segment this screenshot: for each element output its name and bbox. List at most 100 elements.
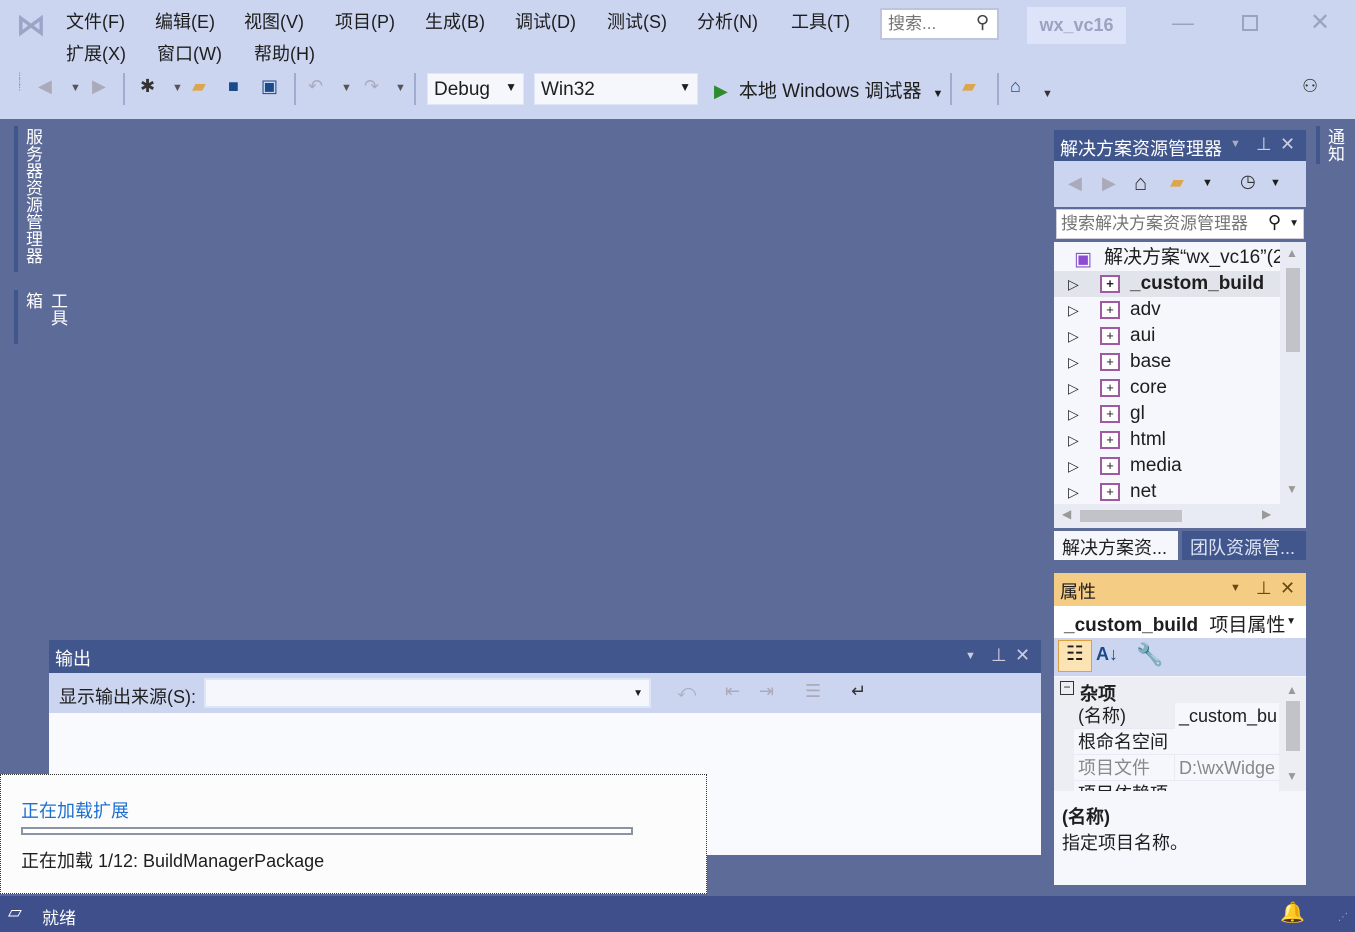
property-row[interactable]: 根命名空间 (1074, 729, 1279, 755)
property-pages-icon[interactable]: 🔧 (1136, 642, 1163, 668)
horizontal-scrollbar[interactable]: ◀ ▶ (1054, 504, 1306, 528)
chevron-down-icon[interactable]: ▼ (965, 650, 976, 662)
menu-edit[interactable]: 编辑(E) (155, 8, 215, 34)
expand-icon[interactable]: ▷ (1068, 271, 1079, 297)
collapse-icon[interactable]: − (1060, 681, 1074, 695)
search-box[interactable]: ⚲ (880, 8, 999, 40)
loading-title[interactable]: 正在加载扩展 (21, 797, 129, 823)
pin-icon[interactable]: ⊥ (991, 645, 1007, 666)
minimize-button[interactable]: — (1172, 10, 1194, 36)
expand-icon[interactable]: ▷ (1068, 375, 1079, 401)
scroll-up-icon[interactable]: ▲ (1286, 246, 1298, 260)
categorized-icon[interactable]: ☷ (1058, 640, 1092, 672)
maximize-button[interactable] (1242, 15, 1258, 31)
project-node[interactable]: ▷ + adv (1054, 297, 1280, 323)
expand-icon[interactable]: ▷ (1068, 401, 1079, 427)
property-row[interactable]: 项目文件 D:\wxWidge (1074, 755, 1279, 781)
forward-icon[interactable]: ▶ (92, 76, 106, 97)
project-node[interactable]: ▷ + aui (1054, 323, 1280, 349)
start-debugging-button[interactable]: ▶ 本地 Windows 调试器 ▼ (714, 76, 943, 103)
expand-icon[interactable]: ▷ (1068, 297, 1079, 323)
home-icon[interactable]: ⌂ (1010, 76, 1021, 97)
close-icon[interactable]: ✕ (1280, 578, 1295, 599)
forward-icon[interactable]: ▶ (1102, 173, 1116, 194)
project-node[interactable]: ▷ + media (1054, 453, 1280, 479)
solution-search-input[interactable] (1061, 214, 1257, 234)
home-icon[interactable]: ⌂ (1134, 170, 1147, 196)
expand-icon[interactable]: ▷ (1068, 349, 1079, 375)
close-icon[interactable]: ✕ (1015, 645, 1030, 666)
save-icon[interactable]: ■ (228, 76, 239, 97)
sync-view-icon[interactable]: ▰ (1170, 172, 1184, 193)
pending-changes-icon[interactable]: ◷ (1240, 171, 1256, 192)
back-icon[interactable]: ◀ (1068, 173, 1082, 194)
menu-help[interactable]: 帮助(H) (254, 40, 315, 66)
chevron-down-icon[interactable]: ▼ (395, 82, 406, 94)
scroll-up-icon[interactable]: ▲ (1286, 683, 1298, 697)
expand-icon[interactable]: ▷ (1068, 323, 1079, 349)
open-folder-icon[interactable]: ▰ (192, 76, 206, 97)
find-in-files-icon[interactable]: ▰ (962, 76, 976, 97)
redo-icon[interactable]: ↷ (364, 76, 379, 97)
chevron-down-icon[interactable]: ▼ (1230, 138, 1241, 150)
save-all-icon[interactable]: ▣ (261, 76, 278, 97)
object-selector[interactable]: _custom_build 项目属性 ▼ (1054, 606, 1306, 638)
vertical-scrollbar[interactable]: ▲ ▼ (1280, 677, 1306, 791)
chevron-down-icon[interactable]: ▼ (1289, 218, 1299, 229)
new-project-icon[interactable]: ✱ (140, 76, 155, 97)
notification-bell-icon[interactable]: 🔔 (1280, 900, 1305, 925)
scroll-down-icon[interactable]: ▼ (1286, 482, 1298, 496)
project-node[interactable]: ▷ + gl (1054, 401, 1280, 427)
vertical-scrollbar[interactable]: ▲ ▼ (1280, 242, 1306, 504)
chevron-down-icon[interactable]: ▼ (70, 82, 81, 94)
configuration-dropdown[interactable]: Debug ▼ (427, 73, 524, 105)
toolbar-overflow-icon[interactable]: ▼ (1042, 88, 1053, 100)
project-node[interactable]: ▷ + net (1054, 479, 1280, 504)
property-row[interactable]: 项目依赖项 (1074, 781, 1279, 791)
chevron-down-icon[interactable]: ▼ (172, 82, 183, 94)
chevron-down-icon[interactable]: ▼ (1230, 582, 1241, 594)
resize-grip-icon[interactable]: ⋰ (1338, 912, 1348, 923)
project-node[interactable]: ▷ + base (1054, 349, 1280, 375)
next-message-icon[interactable]: ⇥ (759, 681, 774, 702)
chevron-down-icon[interactable]: ▼ (1202, 177, 1213, 189)
platform-dropdown[interactable]: Win32 ▼ (534, 73, 698, 105)
scrollbar-thumb[interactable] (1080, 510, 1182, 522)
go-to-line-icon[interactable]: ⤺ (677, 681, 696, 702)
server-explorer-tab[interactable]: 服务器资源管理器 (14, 126, 47, 272)
notifications-tab[interactable]: 通知 (1316, 126, 1349, 164)
search-input[interactable] (888, 14, 968, 34)
expand-icon[interactable]: ▷ (1068, 479, 1079, 504)
toolbox-tab[interactable]: 工具箱 (14, 290, 72, 344)
menu-build[interactable]: 生成(B) (425, 8, 485, 34)
menu-window[interactable]: 窗口(W) (157, 40, 222, 66)
expand-icon[interactable]: ▷ (1068, 453, 1079, 479)
project-node[interactable]: ▷ + core (1054, 375, 1280, 401)
expand-icon[interactable]: ▷ (1068, 427, 1079, 453)
menu-file[interactable]: 文件(F) (66, 8, 125, 34)
chevron-down-icon[interactable]: ▼ (341, 82, 352, 94)
solution-node[interactable]: ▣ 解决方案“wx_vc16”(2 (1054, 245, 1283, 271)
back-icon[interactable]: ◀ (38, 76, 52, 97)
menu-extensions[interactable]: 扩展(X) (66, 40, 126, 66)
close-icon[interactable]: ✕ (1280, 134, 1295, 155)
menu-view[interactable]: 视图(V) (244, 8, 304, 34)
property-value[interactable]: _custom_bu (1174, 703, 1279, 729)
tab-team-explorer[interactable]: 团队资源管... (1182, 531, 1306, 560)
pin-icon[interactable]: ⊥ (1256, 578, 1272, 599)
property-value[interactable]: D:\wxWidge (1174, 755, 1279, 781)
solution-search-box[interactable]: ⚲ ▼ (1056, 209, 1304, 239)
menu-debug[interactable]: 调试(D) (515, 8, 576, 34)
menu-tools[interactable]: 工具(T) (791, 8, 850, 34)
close-button[interactable]: ✕ (1310, 8, 1330, 37)
pin-icon[interactable]: ⊥ (1256, 134, 1272, 155)
previous-message-icon[interactable]: ⇤ (725, 681, 740, 702)
undo-icon[interactable]: ↶ (308, 76, 323, 97)
project-node[interactable]: ▷ + _custom_build (1054, 271, 1280, 297)
scrollbar-thumb[interactable] (1286, 268, 1300, 352)
word-wrap-icon[interactable]: ↵ (851, 681, 866, 702)
menu-test[interactable]: 测试(S) (607, 8, 667, 34)
scroll-right-icon[interactable]: ▶ (1262, 507, 1271, 521)
toolbar-grip[interactable]: ⁝ ⁝ ⁝ (18, 72, 24, 94)
output-source-dropdown[interactable]: ▼ (204, 678, 651, 708)
